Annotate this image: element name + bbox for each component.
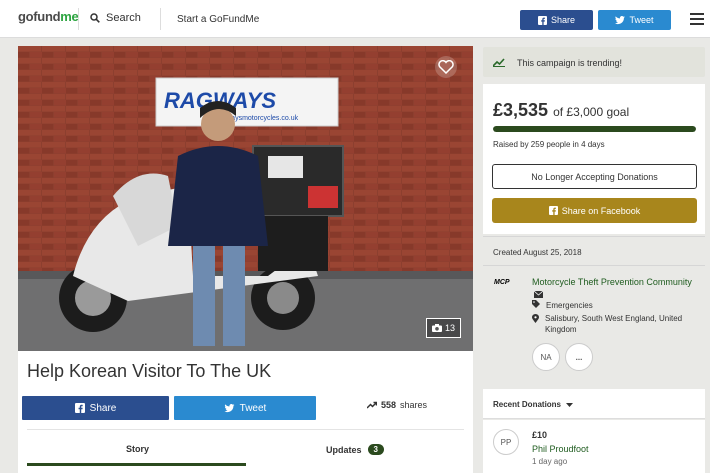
active-tab-indicator [27,463,246,466]
twitter-tweet-button[interactable]: Tweet [174,396,316,420]
envelope-icon[interactable] [533,290,544,299]
search-button[interactable]: Search [90,12,141,24]
campaign-photo-illustration: RAGWAYS ragwaysmotorcycles.co.uk [18,46,473,351]
share-label: Share [550,15,576,25]
trending-text: This campaign is trending! [517,58,623,68]
no-longer-accepting-button[interactable]: No Longer Accepting Donations [492,164,697,189]
logo-text: gofund [18,9,61,24]
twitter-icon [224,403,235,412]
search-icon [90,13,100,23]
recent-donations-label: Recent Donations [493,400,562,409]
category-label: Emergencies [546,301,593,310]
photo-count-button[interactable]: 13 [426,318,461,338]
tweet-label: Tweet [239,402,267,414]
tab-story[interactable]: Story [126,444,149,454]
campaign-category[interactable]: Emergencies [532,300,593,311]
progress-bar-fill [493,126,696,132]
tab-updates-label: Updates [326,444,362,455]
facebook-share-button[interactable]: Share [22,396,169,420]
header-facebook-share-button[interactable]: Share [520,10,593,30]
twitter-icon [615,15,626,24]
facebook-icon [548,206,558,215]
team-member-avatar[interactable]: NA [532,343,560,371]
more-team-members-button[interactable]: ... [565,343,593,371]
facebook-icon [74,403,85,413]
progress-bar [493,126,696,132]
gofundme-logo[interactable]: gofundme [18,9,79,24]
share-on-facebook-button[interactable]: Share on Facebook [492,198,697,223]
heart-icon[interactable] [435,56,457,78]
heart-icon-shape [438,60,454,74]
campaign-location: Salisbury, South West England, United Ki… [532,313,702,335]
photo-count: 13 [444,323,455,333]
shares-counter: 558 shares [367,400,427,410]
raised-by-text: Raised by 259 people in 4 days [493,140,605,149]
logo-text-accent: me [60,9,79,24]
amount-raised: £3,535 of £3,000 goal [493,100,629,121]
tab-updates[interactable]: Updates 3 [326,444,384,455]
camera-icon [431,324,442,332]
hamburger-menu-icon[interactable] [690,13,704,28]
header-divider [78,8,79,30]
header-twitter-tweet-button[interactable]: Tweet [598,10,671,30]
donor-avatar: PP [493,429,519,455]
facebook-icon [537,15,547,25]
share-label: Share [89,402,117,414]
search-label: Search [106,12,141,24]
organizer-name-link[interactable]: Motorcycle Theft Prevention Community [532,276,692,300]
chevron-down-icon [566,402,574,407]
tag-icon [532,300,540,308]
sidebar-divider [483,265,705,266]
recent-donations-dropdown[interactable]: Recent Donations [493,400,574,409]
tabs-divider [27,429,464,430]
donation-time: 1 day ago [532,457,568,466]
tweet-label: Tweet [629,15,654,25]
sidebar-divider [483,236,705,237]
header-divider [160,8,161,30]
created-date: Created August 25, 2018 [493,248,582,257]
location-pin-icon [532,314,539,323]
share-on-facebook-label: Share on Facebook [561,205,641,216]
amount-raised-value: £3,535 [493,100,549,120]
campaign-title: Help Korean Visitor To The UK [27,361,272,381]
updates-count-badge: 3 [367,444,384,455]
start-gofundme-link[interactable]: Start a GoFundMe [177,14,259,25]
shares-suffix: shares [400,400,428,410]
donation-amount: £10 [532,430,548,440]
campaign-photo[interactable]: RAGWAYS ragwaysmotorcycles.co.uk [18,46,473,351]
organizer-name: Motorcycle Theft Prevention Community [532,277,692,287]
donor-name: Phil Proudfoot [532,444,589,454]
organizer-logo: MCP [494,279,510,286]
shares-count: 558 [381,400,397,410]
trending-arrow-icon [367,401,377,409]
location-label: Salisbury, South West England, United Ki… [545,314,683,334]
goal-text: of £3,000 goal [553,105,630,119]
trending-chart-icon [493,58,505,67]
